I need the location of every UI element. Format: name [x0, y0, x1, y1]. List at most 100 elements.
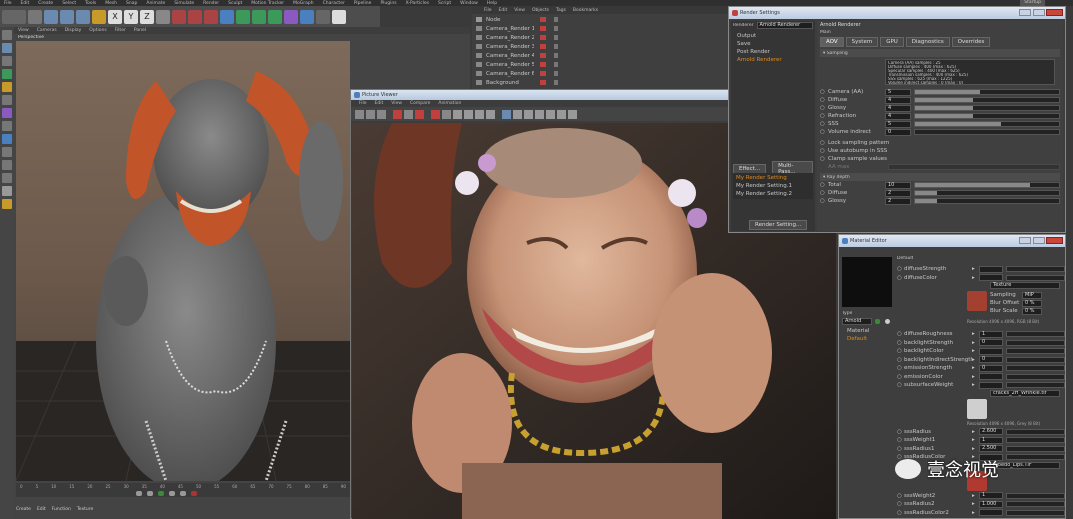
camera-icon[interactable] — [316, 9, 330, 24]
y-axis-icon[interactable]: Y — [124, 9, 138, 24]
keyframe-dot-icon[interactable]: ○ — [897, 382, 904, 388]
attr-slider[interactable] — [1006, 509, 1065, 516]
pv-menu-file[interactable]: File — [359, 101, 367, 106]
attr-slider[interactable] — [1006, 437, 1065, 444]
attr-slider[interactable] — [1006, 331, 1065, 338]
keyframe-dot-icon[interactable]: ○ — [820, 89, 828, 95]
pv-menu-compare[interactable]: Compare — [410, 101, 430, 106]
keyframe-dot-icon[interactable]: ○ — [897, 365, 904, 371]
timeline[interactable]: 0 5 10 15 20 25 30 35 40 45 50 55 60 65 70 75 80 85 90 — [16, 483, 350, 497]
attr-arrow-icon[interactable]: ▸ — [972, 275, 979, 281]
keyframe-dot-icon[interactable]: ○ — [897, 331, 904, 337]
param-value-field[interactable]: 5 — [885, 120, 911, 128]
menu-snap[interactable]: Snap — [126, 1, 137, 6]
pv-tool-icon-19[interactable] — [568, 109, 577, 119]
menu-motion-tracker[interactable]: Motion Tracker — [251, 1, 284, 6]
attr-arrow-icon[interactable]: ▸ — [972, 331, 979, 337]
pv-tool-icon-6[interactable] — [415, 109, 424, 119]
attr-value-field[interactable]: 2.600 — [979, 428, 1003, 436]
scale-icon[interactable] — [60, 9, 74, 24]
attr-value-field[interactable] — [979, 347, 1003, 355]
menu-render[interactable]: Render — [203, 1, 219, 6]
attr-slider[interactable] — [1006, 356, 1065, 363]
visibility-dots-icon[interactable] — [554, 62, 558, 67]
pv-tool-icon-16[interactable] — [535, 109, 544, 119]
attr-arrow-icon[interactable]: ▸ — [972, 382, 979, 388]
keyframe-dot-icon[interactable]: ○ — [820, 105, 828, 111]
keyframe-dot-icon[interactable]: ○ — [820, 182, 828, 188]
tool-icon-12[interactable] — [2, 173, 12, 183]
om-menu-tags[interactable]: Tags — [556, 8, 566, 13]
tag-icon[interactable] — [540, 62, 546, 67]
type-refresh-icon[interactable] — [885, 319, 890, 324]
attr-arrow-icon[interactable]: ▸ — [972, 365, 979, 371]
tool-icon-3[interactable] — [2, 56, 12, 66]
texture-c-slot[interactable]: Albedo_Lips.TIF — [990, 461, 1060, 469]
om-menu-file[interactable]: File — [484, 8, 492, 13]
material-preview[interactable] — [842, 257, 892, 307]
bottom-tab-function[interactable]: Function — [52, 507, 71, 512]
checkbox-row[interactable]: ○ Lock sampling pattern — [820, 139, 1060, 147]
om-menu-bookmarks[interactable]: Bookmarks — [573, 8, 598, 13]
render-settings-icon[interactable] — [204, 9, 218, 24]
pv-tool-icon-5[interactable] — [404, 109, 413, 119]
pv-menu-view[interactable]: View — [391, 101, 402, 106]
bottom-tab-edit[interactable]: Edit — [37, 507, 46, 512]
menu-pipeline[interactable]: Pipeline — [354, 1, 372, 6]
attr-arrow-icon[interactable]: ▸ — [972, 348, 979, 354]
object-row[interactable]: Background — [476, 78, 726, 87]
rs-tab-gpu[interactable]: GPU — [880, 37, 904, 47]
viewport-menu-display[interactable]: Display — [65, 28, 82, 33]
viewport-menu-filter[interactable]: Filter — [115, 28, 126, 33]
keyframe-dot-icon[interactable]: ○ — [897, 429, 904, 435]
keyframe-dot-icon[interactable]: ○ — [897, 348, 904, 354]
tag-icon[interactable] — [540, 80, 546, 85]
rs-item-output[interactable]: Output — [737, 32, 809, 40]
keyframe-dot-icon[interactable]: ○ — [897, 374, 904, 380]
menu-plugins[interactable]: Plugins — [380, 1, 396, 6]
tool-icon-2[interactable] — [2, 43, 12, 53]
rotate-icon[interactable] — [76, 9, 90, 24]
pv-tool-icon-13[interactable] — [502, 109, 511, 119]
rs-tab-aov[interactable]: AOV — [820, 37, 844, 47]
attr-value-field[interactable] — [979, 274, 1003, 282]
param-value-field[interactable]: 2 — [885, 197, 911, 205]
material-editor-titlebar[interactable]: Material Editor — [839, 235, 1065, 247]
attr-value-field[interactable]: 1 — [979, 330, 1003, 338]
object-row[interactable]: Camera_Render 5 — [476, 60, 726, 69]
render-setting-item[interactable]: My Render Setting.2 — [736, 190, 810, 198]
keyframe-dot-icon[interactable]: ○ — [897, 501, 904, 507]
attr-arrow-icon[interactable]: ▸ — [972, 374, 979, 380]
object-row[interactable]: Camera_Render 6 — [476, 69, 726, 78]
pv-tool-icon-4[interactable] — [393, 109, 402, 119]
x-axis-icon[interactable]: X — [108, 9, 122, 24]
attr-value-field[interactable]: 1 — [979, 436, 1003, 444]
keyframe-dot-icon[interactable]: ○ — [820, 121, 828, 127]
go-end-icon[interactable] — [180, 491, 186, 496]
tag-icon[interactable] — [540, 53, 546, 58]
menu-sculpt[interactable]: Sculpt — [228, 1, 242, 6]
om-menu-view[interactable]: View — [514, 8, 525, 13]
visibility-dots-icon[interactable] — [554, 53, 558, 58]
deformer-icon[interactable] — [284, 9, 298, 24]
pv-tool-icon-9[interactable] — [453, 109, 462, 119]
light-icon[interactable] — [332, 9, 346, 24]
bottom-tab-texture[interactable]: Texture — [77, 507, 93, 512]
visibility-dots-icon[interactable] — [554, 80, 558, 85]
keyframe-dot-icon[interactable]: ○ — [897, 266, 904, 272]
checkbox-row[interactable]: ○ Use autobump in SSS — [820, 147, 1060, 155]
attr-slider[interactable] — [1006, 445, 1065, 452]
om-menu-objects[interactable]: Objects — [532, 8, 549, 13]
param-slider[interactable] — [914, 105, 1060, 111]
tag-icon[interactable] — [540, 26, 546, 31]
floor-icon[interactable] — [300, 9, 314, 24]
visibility-dots-icon[interactable] — [554, 71, 558, 76]
transform-icon[interactable] — [92, 9, 106, 24]
subdivision-icon[interactable] — [252, 9, 266, 24]
go-start-icon[interactable] — [136, 491, 142, 496]
attr-slider[interactable] — [1006, 274, 1065, 281]
attr-slider[interactable] — [1006, 266, 1065, 273]
attr-arrow-icon[interactable]: ▸ — [972, 510, 979, 516]
tree-item-default[interactable]: Default — [847, 335, 869, 343]
attr-slider[interactable] — [1006, 492, 1065, 499]
